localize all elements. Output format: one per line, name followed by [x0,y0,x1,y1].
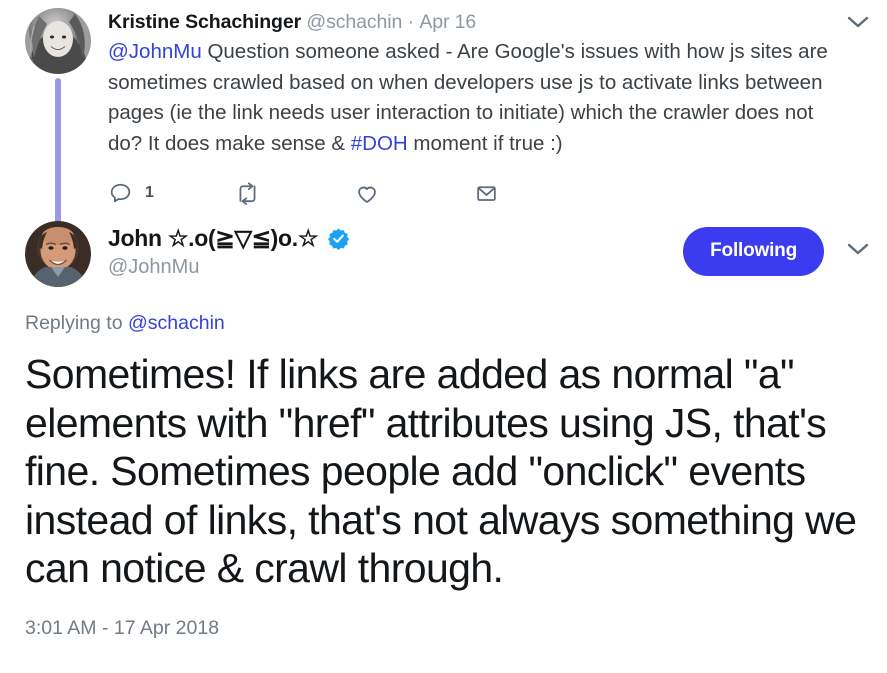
reply-icon [110,183,131,202]
parent-header-row: Kristine Schachinger @schachin · Apr 16 [108,10,871,35]
main-author-handle[interactable]: @JohnMu [108,254,683,280]
main-author-block: John ☆.o(≧▽≦)o.☆ @JohnMu [108,221,683,280]
reply-count: 1 [145,184,154,201]
hashtag-doh[interactable]: #DOH [351,132,408,155]
replying-to-prefix: Replying to [25,312,128,334]
parent-text-segment-2: moment if true :) [407,131,563,155]
main-tweet-header: John ☆.o(≧▽≦)o.☆ @JohnMu Following [25,221,871,287]
parent-avatar-column [25,8,108,226]
parent-date[interactable]: Apr 16 [419,11,476,33]
main-author-name[interactable]: John ☆.o(≧▽≦)o.☆ [108,223,319,253]
heart-icon [358,186,376,203]
mention-johnmu[interactable]: @JohnMu [108,40,202,63]
follow-area: Following [683,221,871,276]
parent-tweet-menu-button[interactable] [845,14,871,35]
parent-tweet-body: Kristine Schachinger @schachin · Apr 16 … [108,8,871,211]
kristine-schachinger-avatar[interactable] [25,8,91,74]
main-tweet-text: Sometimes! If links are added as normal … [25,351,857,591]
like-button[interactable] [354,181,474,206]
parent-tweet-actions: 1 [108,175,871,211]
parent-tweet[interactable]: Kristine Schachinger @schachin · Apr 16 … [0,0,887,226]
retweet-button[interactable] [234,181,354,206]
replying-to-line: Replying to @schachin [25,310,871,336]
main-author-name-row: John ☆.o(≧▽≦)o.☆ [108,223,683,253]
envelope-icon [477,185,496,201]
main-tweet-menu-button[interactable] [845,241,871,262]
reply-button[interactable]: 1 [108,181,234,206]
replying-to-handle[interactable]: @schachin [128,312,225,334]
parent-author-handle-text[interactable]: @schachin [306,11,402,33]
parent-author-line: Kristine Schachinger @schachin · Apr 16 [108,10,476,34]
direct-message-button[interactable] [474,181,534,206]
retweet-icon [239,181,256,205]
parent-tweet-text: @JohnMu Question someone asked - Are Goo… [108,37,850,159]
thread-connector-line [55,78,61,226]
following-button[interactable]: Following [683,227,824,276]
verified-badge-icon [327,227,350,250]
parent-author-name[interactable]: Kristine Schachinger [108,11,301,33]
tweet-timestamp[interactable]: 3:01 AM - 17 Apr 2018 [25,615,219,641]
main-tweet: John ☆.o(≧▽≦)o.☆ @JohnMu Following Reply… [0,211,887,641]
tweet-thread: Kristine Schachinger @schachin · Apr 16 … [0,0,887,673]
johnmu-avatar[interactable] [25,221,91,287]
